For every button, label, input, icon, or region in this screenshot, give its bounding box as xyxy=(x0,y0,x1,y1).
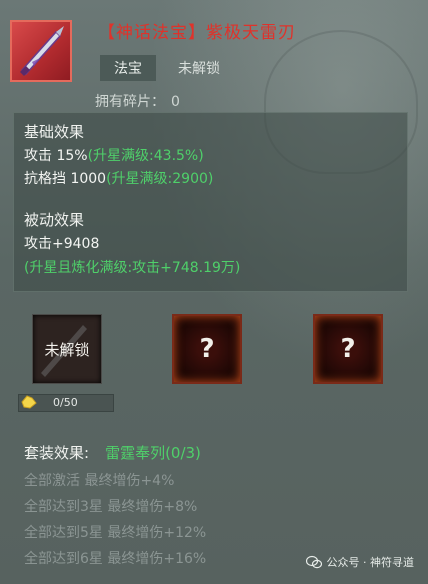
slot-locked-label: 未解锁 xyxy=(44,340,90,359)
passive-attack-stat: 攻击+9408 xyxy=(24,236,100,252)
set-bonus-row: 全部激活 最终增伤+4% xyxy=(24,473,175,489)
unlock-status: 未解锁 xyxy=(178,61,220,77)
unknown-icon: ? xyxy=(199,334,215,364)
unknown-icon: ? xyxy=(340,334,356,364)
treasure-title: 【神话法宝】紫极天雷刃 xyxy=(98,23,296,43)
fragment-count: 拥有碎片： 0 xyxy=(95,91,180,111)
progress-text: 0/50 xyxy=(53,396,78,409)
set-slot-3[interactable]: ? xyxy=(313,314,383,384)
basic-resist-stat: 抗格挡 1000(升星满级:2900) xyxy=(24,168,213,188)
set-effects-heading: 套装效果: 雷霆奉列(0/3) xyxy=(24,442,201,463)
category-tag: 法宝 xyxy=(100,55,156,81)
set-bonus-row: 全部达到6星 最终增伤+16% xyxy=(24,551,207,567)
passive-effects-heading: 被动效果 xyxy=(24,211,85,229)
set-slot-2[interactable]: ? xyxy=(172,314,242,384)
watermark-text: 公众号 · 神符寻道 xyxy=(326,556,415,569)
set-bonus-row: 全部达到5星 最终增伤+12% xyxy=(24,525,207,541)
fragment-value: 0 xyxy=(171,94,180,110)
blade-icon xyxy=(20,26,64,76)
passive-attack-max: (升星且炼化满级:攻击+748.19万) xyxy=(24,260,241,276)
wechat-icon xyxy=(305,555,322,569)
set-name: 雷霆奉列(0/3) xyxy=(105,444,201,462)
basic-attack-max: (升星满级:43.5%) xyxy=(87,148,204,164)
set-label: 套装效果: xyxy=(24,444,90,462)
treasure-icon[interactable] xyxy=(10,20,72,82)
fragment-label: 拥有碎片： xyxy=(95,94,165,110)
fragment-gem-icon xyxy=(21,395,37,409)
basic-attack-stat: 攻击 15%(升星满级:43.5%) xyxy=(24,145,204,165)
basic-resist-value: 抗格挡 1000 xyxy=(24,171,107,187)
set-slot-1[interactable]: 未解锁 xyxy=(32,314,102,384)
basic-effects-heading: 基础效果 xyxy=(24,123,85,141)
set-bonus-row: 全部达到3星 最终增伤+8% xyxy=(24,499,198,515)
basic-resist-max: (升星满级:2900) xyxy=(106,171,214,187)
basic-attack-value: 攻击 15% xyxy=(24,148,88,164)
watermark: 公众号 · 神符寻道 xyxy=(305,554,415,570)
